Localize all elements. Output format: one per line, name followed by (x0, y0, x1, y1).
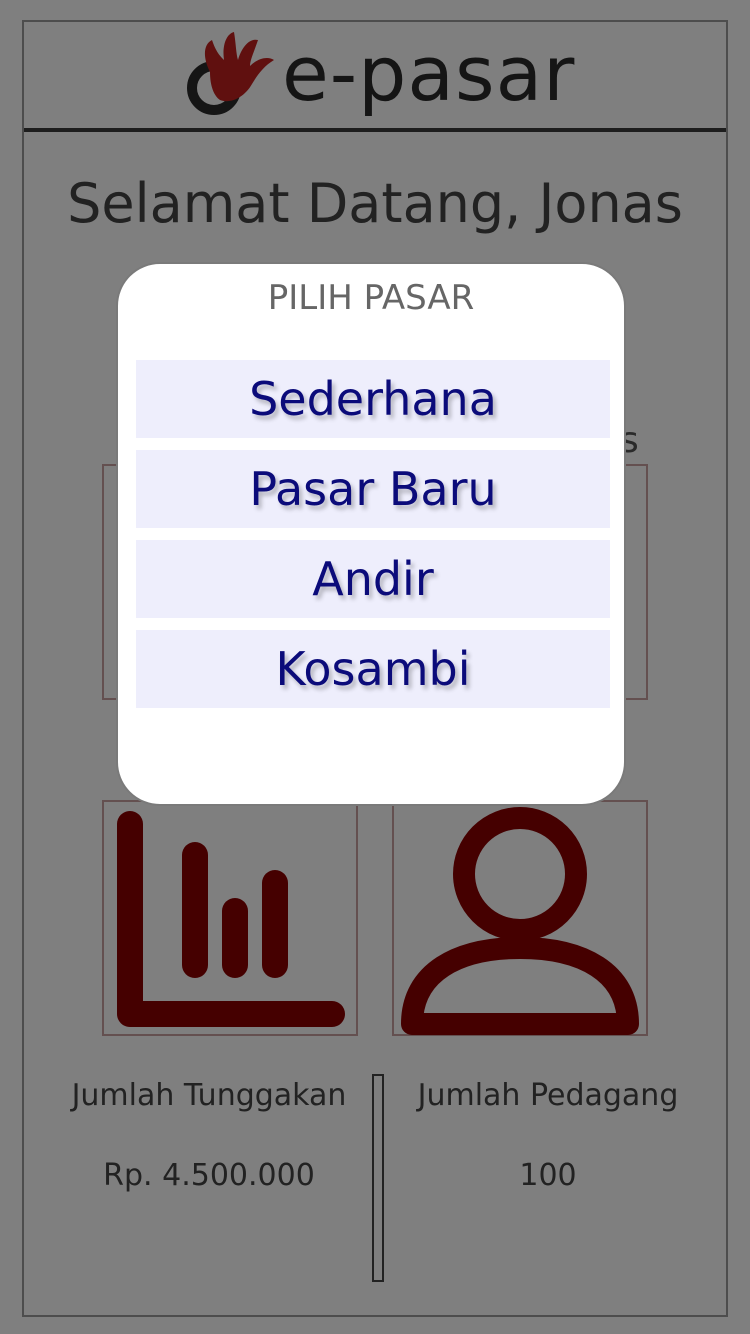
market-picker-dialog: PILIH PASAR Sederhana Pasar Baru Andir K… (116, 262, 626, 806)
market-option-andir[interactable]: Andir (136, 540, 610, 618)
market-option-pasar-baru[interactable]: Pasar Baru (136, 450, 610, 528)
market-option-sederhana[interactable]: Sederhana (136, 360, 610, 438)
market-option-kosambi[interactable]: Kosambi (136, 630, 610, 708)
dialog-title: PILIH PASAR (267, 278, 475, 318)
